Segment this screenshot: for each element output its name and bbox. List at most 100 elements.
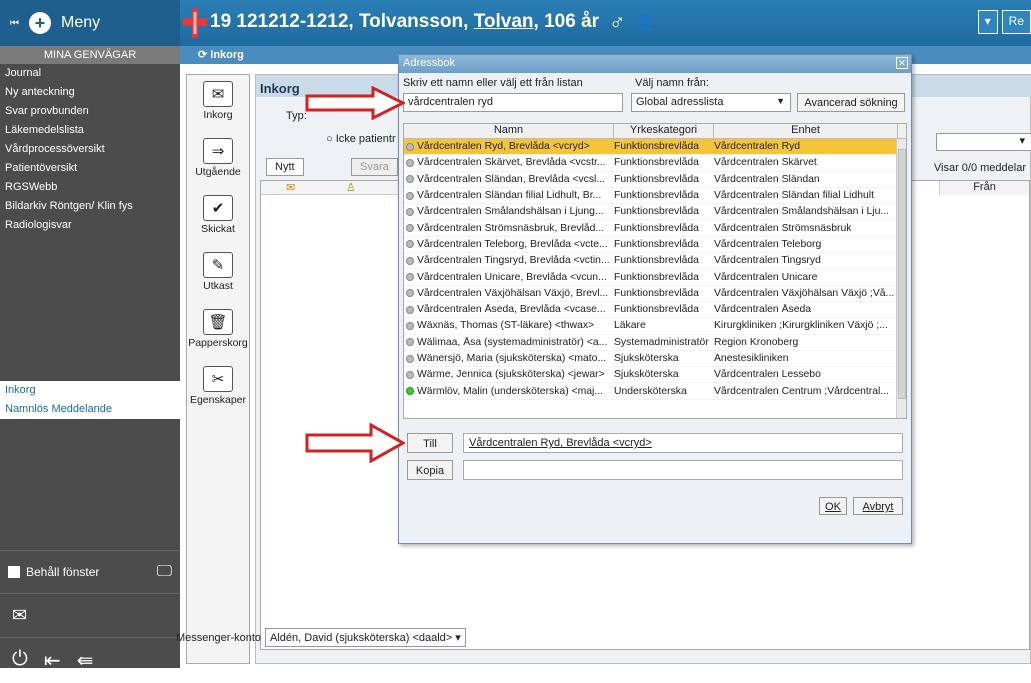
cell-category: Funktionsbrevlåda xyxy=(614,173,699,185)
scroll-thumb[interactable] xyxy=(898,149,906,399)
sidebar-item-message[interactable]: Namnlös Meddelande xyxy=(0,400,180,419)
table-row[interactable]: Vårdcentralen Åseda, Brevlåda <vcase... F… xyxy=(404,302,906,319)
cell-unit: Vårdcentralen Unicare xyxy=(714,271,818,283)
sidebar-item[interactable]: Ny anteckning xyxy=(0,83,180,102)
cell-category: Funktionsbrevlåda xyxy=(614,141,699,153)
male-icon: ♂ xyxy=(609,9,626,34)
scrollbar[interactable] xyxy=(896,139,906,418)
name-search-input[interactable]: vårdcentralen ryd xyxy=(403,93,623,112)
col-category[interactable]: Yrkeskategori xyxy=(614,124,714,138)
cell-category: Funktionsbrevlåda xyxy=(614,304,699,316)
radio-non-patient[interactable]: ○ Icke patientr xyxy=(326,133,396,145)
sidebar-item[interactable]: Svar provbunden xyxy=(0,102,180,121)
mail-column-icon: ✉ xyxy=(286,182,296,194)
table-row[interactable]: Vårdcentralen Sländan filial Lidhult, Br… xyxy=(404,188,906,205)
patient-name-link[interactable]: Tolvan xyxy=(474,11,534,32)
table-row[interactable]: Vårdcentralen Sländan, Brevlåda <vcsl...… xyxy=(404,172,906,188)
advanced-search-button[interactable]: Avancerad sökning xyxy=(797,93,905,112)
tool-label: Utgående xyxy=(195,166,241,178)
cc-field[interactable] xyxy=(463,460,903,480)
radio-label: Icke patientr xyxy=(335,133,396,145)
type-label: Typ: xyxy=(286,110,307,122)
cell-name: Vårdcentralen Teleborg, Brevlåda <vcte..… xyxy=(404,239,614,250)
sidebar-item[interactable]: RGSWebb xyxy=(0,178,180,197)
cell-unit: Vårdcentralen Strömsnäsbruk xyxy=(714,222,852,234)
row-name: Wälimaa, Åsa (systemadministratör) <a... xyxy=(417,336,608,348)
dropdown-icon[interactable]: ▾ xyxy=(977,10,998,34)
address-table[interactable]: Namn Yrkeskategori Enhet Vårdcentralen R… xyxy=(403,123,907,419)
cancel-button[interactable]: Avbryt xyxy=(853,497,903,515)
cell-name: Vårdcentralen Ryd, Brevlåda <vcryd> xyxy=(404,141,614,152)
column-from[interactable]: Från xyxy=(939,181,1029,195)
sidebar-item[interactable]: Bildarkiv Röntgen/ Klin fys xyxy=(0,197,180,216)
table-row[interactable]: Vårdcentralen Skärvet, Brevlåda <vcstr..… xyxy=(404,155,906,172)
table-row[interactable]: Vårdcentralen Unicare, Brevlåda <vcun...… xyxy=(404,269,906,286)
messenger-label: Messenger-konto xyxy=(176,631,261,644)
cell-unit: Vårdcentralen Växjöhälsan Växjö ;Vå... xyxy=(714,287,895,299)
table-row[interactable]: Wäxnäs, Thomas (ST-läkare) <thwax> Läkare… xyxy=(404,318,906,335)
trash-icon: 🗑 xyxy=(203,309,233,335)
sidebar-item[interactable]: Patientöversikt xyxy=(0,159,180,178)
logout-icon[interactable]: ⇤ xyxy=(44,648,61,673)
refresh-icon: ⟳ xyxy=(198,49,211,61)
tool-properties[interactable]: ✂ Egenskaper xyxy=(187,360,249,417)
cell-unit: Vårdcentralen Teleborg xyxy=(714,238,822,250)
status-dot-icon xyxy=(406,142,414,151)
cell-category: Sjuksköterska xyxy=(614,369,679,381)
reply-button[interactable]: Svara xyxy=(351,158,398,176)
monitor-icon[interactable]: 🖵 xyxy=(157,563,172,581)
table-row[interactable]: Wärmlöv, Malin (undersköterska) <maj... U… xyxy=(404,383,906,400)
row-name: Vårdcentralen Åseda, Brevlåda <vcase... xyxy=(417,304,606,316)
table-row[interactable]: Vårdcentralen Tingsryd, Brevlåda <vctin.… xyxy=(404,253,906,270)
status-dot-icon xyxy=(406,273,414,282)
status-dot-icon xyxy=(406,338,414,347)
tool-trash[interactable]: 🗑 Papperskorg xyxy=(187,303,249,360)
close-icon[interactable]: ✕ xyxy=(896,57,908,69)
person-icon[interactable]: 👤 xyxy=(636,12,656,32)
table-row[interactable]: Wärme, Jennica (sjuksköterska) <jewar> Sj… xyxy=(404,367,906,384)
right-button[interactable]: Re xyxy=(1001,10,1031,34)
outbox-icon: ⇒ xyxy=(203,138,233,164)
power-icon[interactable]: ⏻ xyxy=(12,648,28,673)
new-button[interactable]: Nytt xyxy=(266,158,304,176)
messenger-select[interactable]: Aldén, David (sjuksköterska) <daald> ▾ xyxy=(265,628,466,647)
dialog-titlebar: Adressbok ✕ xyxy=(399,55,911,73)
table-row[interactable]: Wänersjö, Maria (sjuksköterska) <mato...… xyxy=(404,351,906,368)
exit-icon[interactable]: ⇚ xyxy=(77,648,94,673)
ok-button[interactable]: OK xyxy=(819,497,847,515)
tool-outgoing[interactable]: ⇒ Utgående xyxy=(187,132,249,189)
tool-inkorg[interactable]: ✉ Inkorg xyxy=(187,75,249,132)
cc-button[interactable]: Kopia xyxy=(407,460,453,480)
sidebar-bottom: Behåll fönster 🖵 ✉ ⏻ ⇤ ⇚ xyxy=(0,550,180,683)
address-list-select[interactable]: Global adresslista ▼ xyxy=(631,93,791,112)
tool-draft[interactable]: ✎ Utkast xyxy=(187,246,249,303)
mail-icon[interactable]: ✉ xyxy=(0,594,180,638)
keep-window-checkbox[interactable] xyxy=(8,566,20,578)
col-name[interactable]: Namn xyxy=(404,124,614,138)
table-row[interactable]: Vårdcentralen Strömsnäsbruk, Brevlåd... F… xyxy=(404,220,906,237)
filter-select[interactable]: ▾ xyxy=(936,133,1031,151)
table-row[interactable]: Vårdcentralen Ryd, Brevlåda <vcryd> Funkt… xyxy=(404,139,906,156)
table-row[interactable]: Vårdcentralen Smålandshälsan i Ljung... F… xyxy=(404,204,906,221)
inbox-tab-label: Inkorg xyxy=(210,49,244,61)
table-row[interactable]: Wälimaa, Åsa (systemadministratör) <a...… xyxy=(404,335,906,351)
sidebar-item[interactable]: Läkemedelslista xyxy=(0,121,180,140)
menu-label: Meny xyxy=(61,14,101,31)
to-button[interactable]: Till xyxy=(407,433,453,453)
cell-name: Wäxnäs, Thomas (ST-läkare) <thwax> xyxy=(404,320,614,331)
table-row[interactable]: Vårdcentralen Teleborg, Brevlåda <vcte..… xyxy=(404,237,906,254)
cell-category: Funktionsbrevlåda xyxy=(614,271,699,283)
to-field[interactable]: Vårdcentralen Ryd, Brevlåda <vcryd> xyxy=(463,433,903,453)
sidebar-item[interactable]: Journal xyxy=(0,64,180,83)
sidebar-item[interactable]: Radiologisvar xyxy=(0,216,180,235)
collapse-icon[interactable]: ⏮ xyxy=(10,18,19,29)
row-name: Vårdcentralen Strömsnäsbruk, Brevlåd... xyxy=(417,222,605,234)
table-row[interactable]: Vårdcentralen Växjöhälsan Växjö, Brevl..… xyxy=(404,286,906,302)
cell-category: Funktionsbrevlåda xyxy=(614,222,699,234)
col-unit[interactable]: Enhet xyxy=(714,124,898,138)
tool-sent[interactable]: ✔ Skickat xyxy=(187,189,249,246)
sidebar-item[interactable]: Vårdprocessöversikt xyxy=(0,140,180,159)
menu-button[interactable]: ⏮ + Meny xyxy=(0,0,180,46)
sidebar-item-inkorg[interactable]: Inkorg xyxy=(0,381,180,400)
top-right-controls: ▾ Re xyxy=(977,10,1031,34)
